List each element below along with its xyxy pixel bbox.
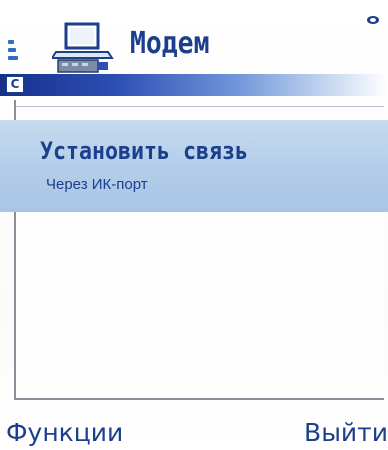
input-mode-icon: C bbox=[6, 76, 24, 93]
signal-strength-icon bbox=[8, 36, 18, 76]
list-item-connect[interactable]: Установить связь Через ИК-порт bbox=[0, 120, 388, 212]
list-divider bbox=[16, 106, 384, 107]
phone-screen: Модем C Установить связь Через ИК-порт Ф… bbox=[0, 0, 388, 450]
signal-bar bbox=[8, 56, 18, 60]
app-title: Модем bbox=[130, 26, 210, 61]
exit-softkey[interactable]: Выйти bbox=[304, 416, 388, 450]
list-item-title: Установить связь bbox=[40, 137, 249, 165]
battery-icon bbox=[366, 10, 380, 24]
options-softkey[interactable]: Функции bbox=[6, 416, 123, 450]
list-item-subtitle: Через ИК-порт bbox=[46, 176, 148, 193]
signal-bar bbox=[8, 48, 16, 52]
signal-bar bbox=[8, 40, 14, 44]
context-bar: C bbox=[0, 74, 388, 96]
modem-laptop-icon bbox=[50, 18, 116, 78]
